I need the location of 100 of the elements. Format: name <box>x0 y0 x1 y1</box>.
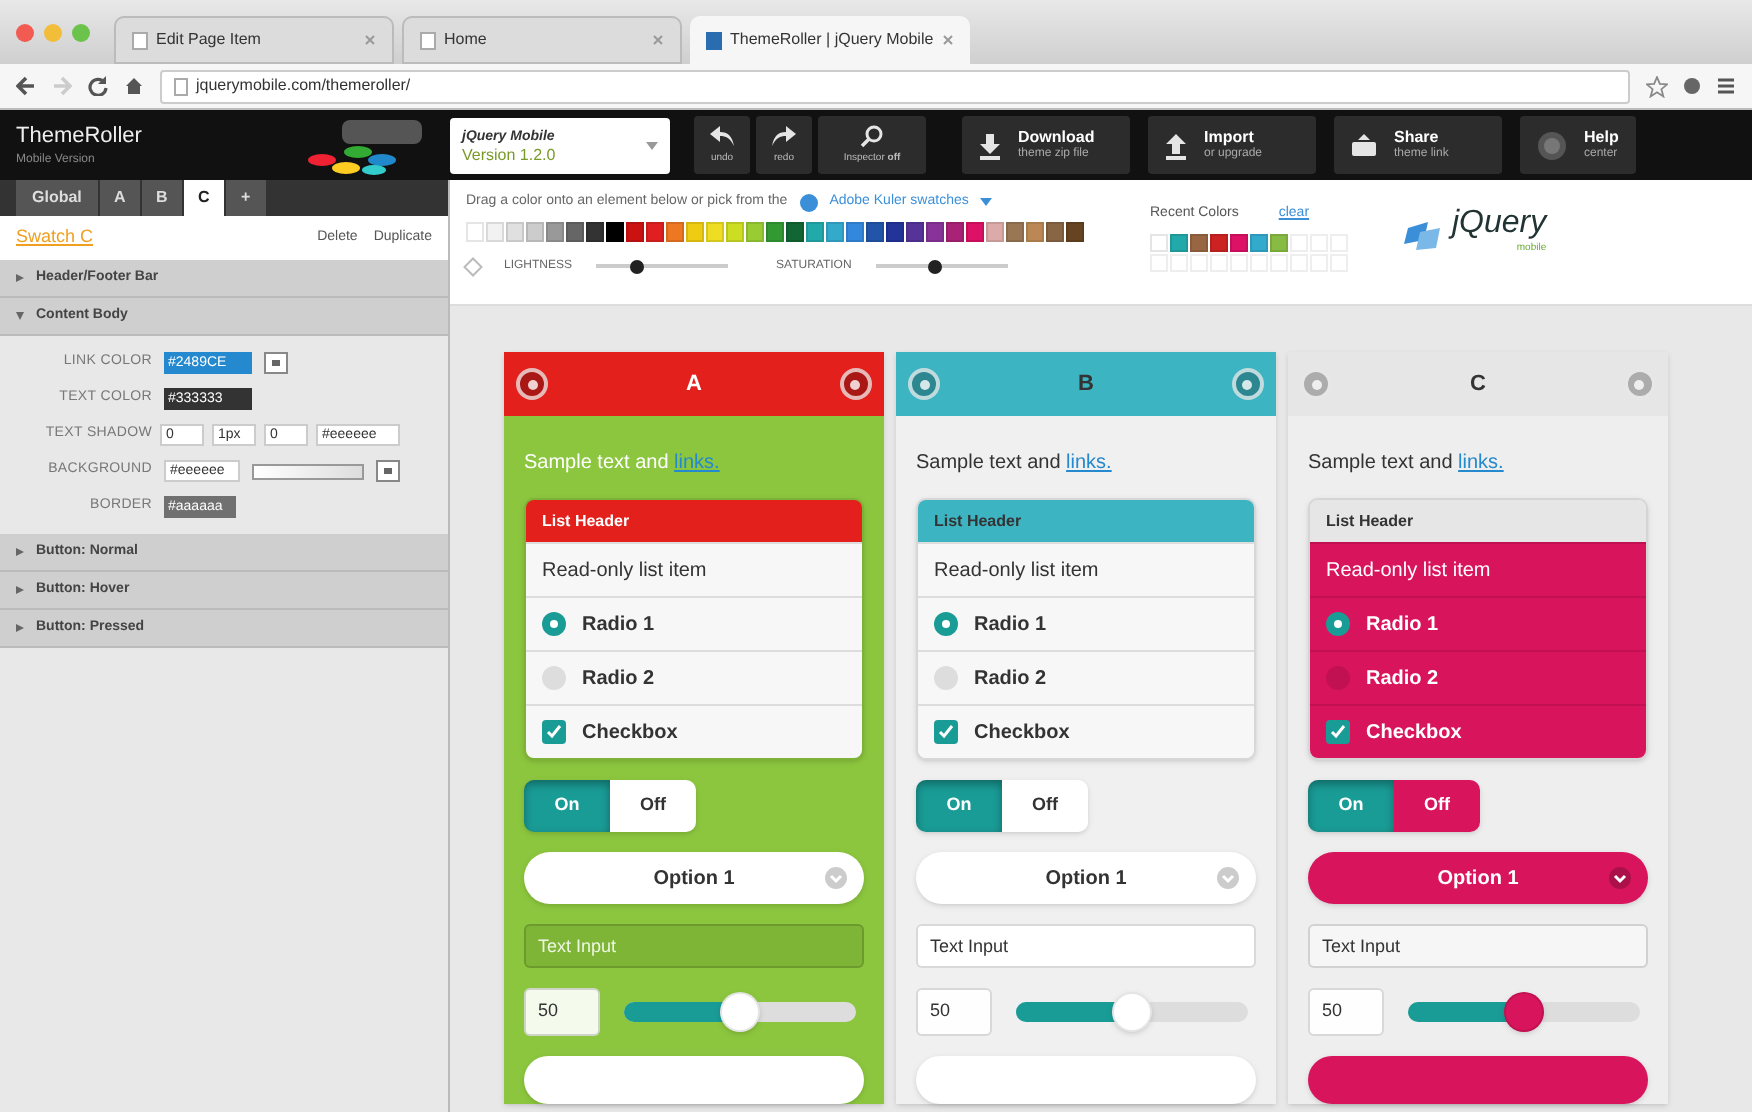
color-chip[interactable] <box>486 221 504 241</box>
slider-thumb[interactable] <box>928 259 943 273</box>
color-slider[interactable] <box>875 259 1008 273</box>
color-chip[interactable] <box>986 221 1004 241</box>
select-menu[interactable]: Option 1 <box>524 852 864 904</box>
color-chip[interactable] <box>786 221 804 241</box>
slider-value-field[interactable]: 50 <box>524 988 600 1036</box>
list-item[interactable]: Checkbox <box>526 704 862 758</box>
color-picker-button[interactable] <box>376 460 400 482</box>
browser-tab[interactable]: Home <box>402 16 682 64</box>
radio-button[interactable] <box>1326 612 1350 636</box>
list-item[interactable]: Checkbox <box>1310 704 1646 758</box>
color-chip[interactable] <box>1210 233 1228 251</box>
list-item[interactable]: Radio 2 <box>918 650 1254 704</box>
select-menu[interactable]: Option 1 <box>1308 852 1648 904</box>
switch-option[interactable]: Off <box>1002 780 1088 832</box>
color-chip[interactable] <box>526 221 544 241</box>
color-chip[interactable] <box>1066 221 1084 241</box>
color-chip[interactable] <box>506 221 524 241</box>
list-item[interactable]: Radio 2 <box>1310 650 1646 704</box>
slider-thumb[interactable] <box>1112 992 1152 1032</box>
color-chip[interactable] <box>746 221 764 241</box>
slider-thumb[interactable] <box>720 992 760 1032</box>
radio-button[interactable] <box>542 666 566 690</box>
color-chip[interactable] <box>566 221 584 241</box>
color-picker-button[interactable] <box>264 352 288 374</box>
list-item[interactable]: Radio 1 <box>1310 596 1646 650</box>
radio-button[interactable] <box>934 666 958 690</box>
gradient-bar[interactable] <box>252 463 364 479</box>
list-item[interactable]: Radio 1 <box>918 596 1254 650</box>
color-chip[interactable] <box>826 221 844 241</box>
browser-tab[interactable]: Edit Page Item <box>114 16 394 64</box>
color-chip[interactable] <box>1006 221 1024 241</box>
flip-switch[interactable]: On Off <box>1308 780 1480 832</box>
color-chip[interactable] <box>946 221 964 241</box>
reload-icon[interactable] <box>88 76 108 96</box>
close-icon[interactable] <box>652 34 664 46</box>
color-chip[interactable] <box>1170 233 1188 251</box>
color-chip[interactable] <box>1046 221 1064 241</box>
color-chip[interactable] <box>646 221 664 241</box>
text-input[interactable]: Text Input <box>1308 924 1648 968</box>
partial-button[interactable] <box>1308 1056 1648 1104</box>
list-item[interactable]: Checkbox <box>918 704 1254 758</box>
menu-icon[interactable] <box>1716 76 1736 96</box>
back-arrow-icon[interactable] <box>16 76 36 96</box>
star-icon[interactable] <box>1646 75 1668 97</box>
flip-switch[interactable]: On Off <box>916 780 1088 832</box>
flip-switch[interactable]: On Off <box>524 780 696 832</box>
color-chip[interactable] <box>1230 233 1248 251</box>
color-chip[interactable] <box>586 221 604 241</box>
color-chip[interactable] <box>1270 233 1288 251</box>
slider[interactable] <box>1408 992 1640 1032</box>
color-chip[interactable] <box>966 221 984 241</box>
home-icon[interactable] <box>124 76 144 96</box>
slider-value-field[interactable]: 50 <box>916 988 992 1036</box>
browser-tab[interactable]: ThemeRoller | jQuery Mobile <box>690 16 970 64</box>
swatch-tab[interactable]: Global <box>16 180 98 216</box>
close-window-button[interactable] <box>16 23 34 41</box>
select-menu[interactable]: Option 1 <box>916 852 1256 904</box>
color-chip[interactable] <box>726 221 744 241</box>
slider[interactable] <box>624 992 856 1032</box>
swatch-tab[interactable]: C <box>183 180 224 216</box>
color-chip[interactable] <box>686 221 704 241</box>
list-item[interactable]: Radio 1 <box>526 596 862 650</box>
color-slider[interactable] <box>596 259 729 273</box>
color-chip[interactable] <box>866 221 884 241</box>
color-chip[interactable] <box>846 221 864 241</box>
color-chip[interactable] <box>466 221 484 241</box>
color-chip[interactable] <box>1250 233 1268 251</box>
text-input[interactable]: Text Input <box>916 924 1256 968</box>
checkbox[interactable] <box>542 720 566 744</box>
slider-thumb[interactable] <box>1504 992 1544 1032</box>
color-chip[interactable] <box>1150 233 1168 251</box>
radio-button[interactable] <box>542 612 566 636</box>
color-chip[interactable] <box>806 221 824 241</box>
address-bar[interactable]: jquerymobile.com/themeroller/ <box>160 69 1630 103</box>
home-button[interactable] <box>1231 368 1264 400</box>
list-item[interactable]: Radio 2 <box>526 650 862 704</box>
slider[interactable] <box>1016 992 1248 1032</box>
swatch-tab[interactable]: + <box>225 180 266 216</box>
back-button[interactable] <box>516 368 548 400</box>
color-chip[interactable] <box>906 221 924 241</box>
home-button[interactable] <box>839 368 872 400</box>
color-chip[interactable] <box>666 221 684 241</box>
color-chip[interactable] <box>926 221 944 241</box>
color-chip[interactable] <box>626 221 644 241</box>
checkbox[interactable] <box>1326 720 1350 744</box>
color-chip[interactable] <box>766 221 784 241</box>
color-chip[interactable] <box>1190 233 1208 251</box>
switch-option[interactable]: Off <box>1394 780 1480 832</box>
checkbox[interactable] <box>934 720 958 744</box>
swatch-tab[interactable]: B <box>141 180 182 216</box>
color-chip[interactable] <box>546 221 564 241</box>
swatch-tab[interactable]: A <box>99 180 140 216</box>
text-input[interactable]: Text Input <box>524 924 864 968</box>
color-chip[interactable] <box>606 221 624 241</box>
close-icon[interactable] <box>942 34 954 46</box>
back-button[interactable] <box>908 368 940 400</box>
switch-option[interactable]: Off <box>610 780 696 832</box>
partial-button[interactable] <box>524 1056 864 1104</box>
